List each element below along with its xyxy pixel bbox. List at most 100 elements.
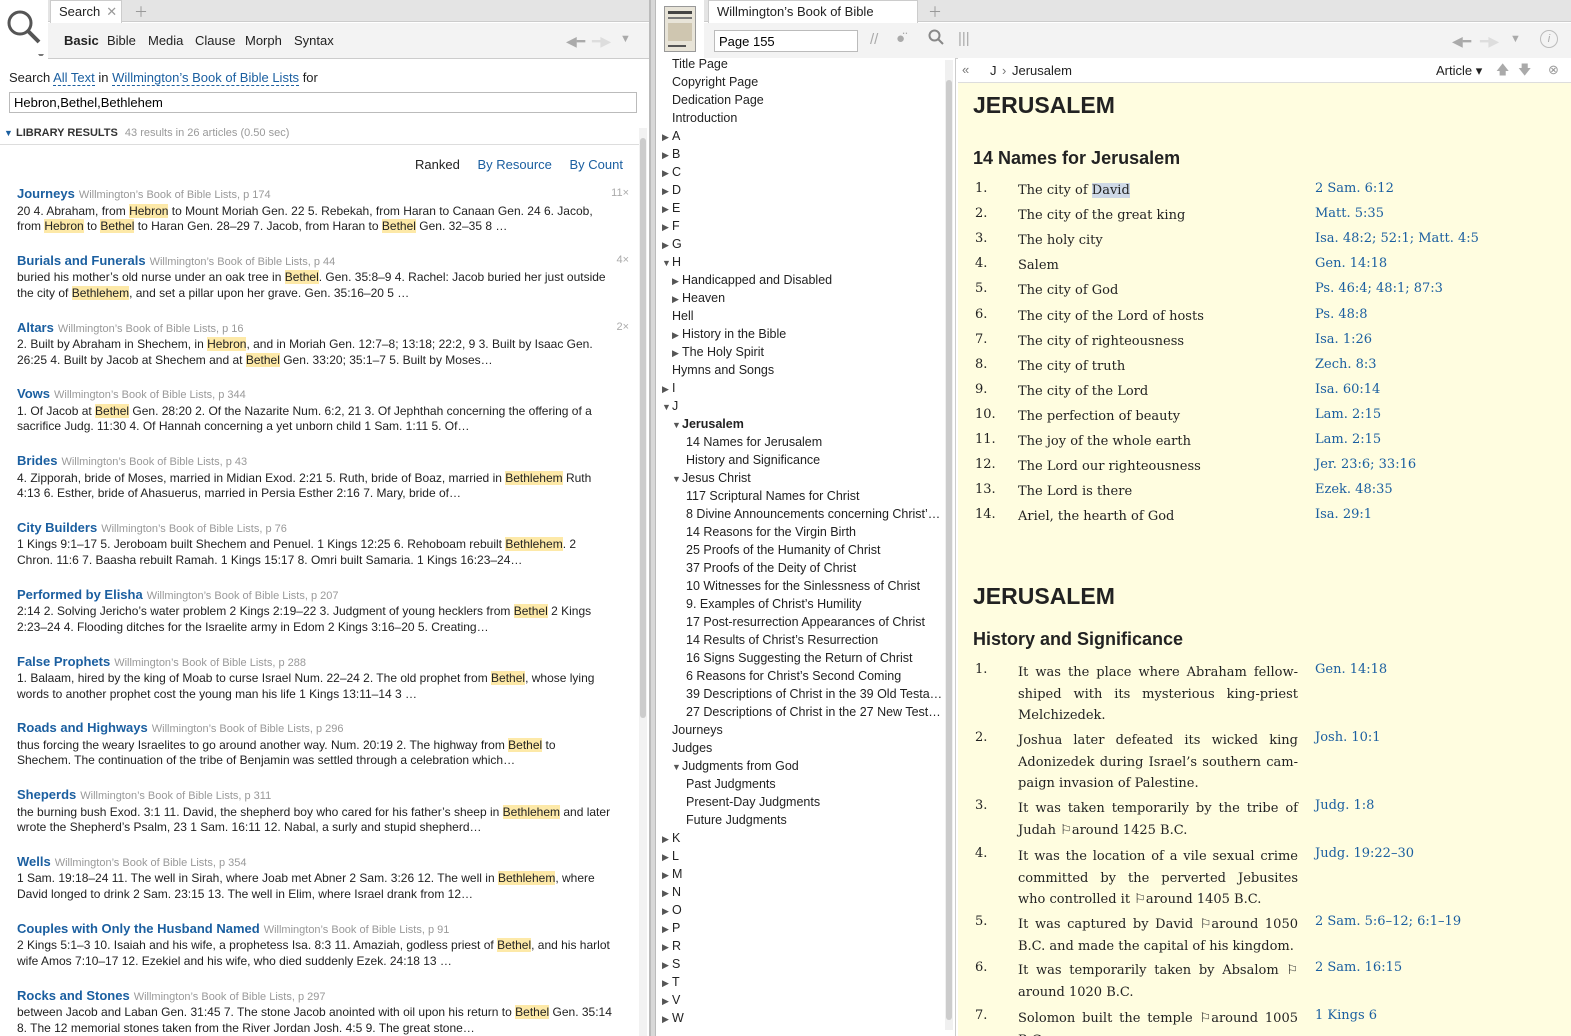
- toc-item[interactable]: 6 Reasons for Christ’s Second Coming: [686, 667, 901, 685]
- people-icon[interactable]: ●̈: [896, 30, 905, 47]
- forward-arrow-icon[interactable]: ━▶: [1480, 33, 1499, 50]
- expanded-triangle-icon[interactable]: ▼: [662, 398, 672, 416]
- scripture-link[interactable]: Isa. 60:14: [1315, 382, 1555, 397]
- toc-item[interactable]: ▶ L: [662, 847, 679, 866]
- result-title[interactable]: Performed by Elisha: [17, 587, 143, 602]
- toc-item[interactable]: ▶ K: [662, 829, 680, 848]
- toc-item[interactable]: Introduction: [662, 109, 737, 127]
- toc-item[interactable]: Judges: [672, 739, 712, 757]
- toc-item[interactable]: Present-Day Judgments: [686, 793, 820, 811]
- result-title[interactable]: Couples with Only the Husband Named: [17, 921, 260, 936]
- collapsed-triangle-icon[interactable]: ▶: [662, 164, 672, 182]
- toc-item[interactable]: 8 Divine Announcements concerning Christ…: [686, 505, 940, 523]
- toc-item[interactable]: ▶ History in the Bible: [672, 325, 786, 344]
- toc-scrollbar[interactable]: [945, 60, 953, 1030]
- toc-item[interactable]: 10 Witnesses for the Sinlessness of Chri…: [686, 577, 920, 595]
- toc-item[interactable]: ▼J: [662, 397, 678, 416]
- toc-item[interactable]: 14 Reasons for the Virgin Birth: [686, 523, 856, 541]
- toc-item[interactable]: 9. Examples of Christ’s Humility: [686, 595, 862, 613]
- result-item[interactable]: 2× Altars Willmington’s Book of Bible List…: [17, 320, 629, 387]
- page-field[interactable]: [714, 30, 858, 52]
- collapsed-triangle-icon[interactable]: ▶: [662, 974, 672, 992]
- scripture-link[interactable]: Jer. 23:6; 33:16: [1315, 457, 1555, 472]
- scrollbar-thumb[interactable]: [640, 138, 646, 718]
- toc-item[interactable]: 27 Descriptions of Christ in the 27 New …: [686, 703, 941, 721]
- result-title[interactable]: Rocks and Stones: [17, 988, 130, 1003]
- result-item[interactable]: Rocks and Stones Willmington’s Book of Bi…: [17, 988, 629, 1036]
- collapsed-triangle-icon[interactable]: ▶: [662, 866, 672, 884]
- toc-item[interactable]: ▼Judgments from God: [672, 757, 799, 776]
- toc-item[interactable]: ▶ M: [662, 865, 682, 884]
- toc-item[interactable]: 14 Results of Christ’s Resurrection: [686, 631, 878, 649]
- toc-item[interactable]: ▶ I: [662, 379, 675, 398]
- scripture-link[interactable]: Isa. 29:1: [1315, 507, 1555, 522]
- scripture-link[interactable]: 1 Kings 6: [1315, 1008, 1555, 1023]
- down-arrow-icon[interactable]: 🡇: [1518, 61, 1531, 83]
- toc-item[interactable]: Dedication Page: [662, 91, 764, 109]
- collapsed-triangle-icon[interactable]: ▶: [662, 128, 672, 146]
- scripture-link[interactable]: Lam. 2:15: [1315, 407, 1555, 422]
- scripture-link[interactable]: Matt. 5:35: [1315, 206, 1555, 221]
- result-title[interactable]: City Builders: [17, 520, 97, 535]
- scripture-link[interactable]: Ps. 46:4; 48:1; 87:3: [1315, 281, 1555, 296]
- toc-item[interactable]: ▶ D: [662, 181, 681, 200]
- info-icon[interactable]: i: [1540, 30, 1558, 48]
- sort-by-resource[interactable]: By Resource: [477, 157, 551, 172]
- scrollbar-thumb[interactable]: [946, 80, 952, 1020]
- toc-item[interactable]: ▶ O: [662, 901, 682, 920]
- expanded-triangle-icon[interactable]: ▼: [672, 470, 682, 488]
- toc-item[interactable]: Copyright Page: [662, 73, 758, 91]
- collapsed-triangle-icon[interactable]: ▶: [662, 992, 672, 1010]
- result-item[interactable]: Sheperds Willmington’s Book of Bible List…: [17, 787, 629, 854]
- toc-item[interactable]: ▶ F: [662, 217, 680, 236]
- scripture-link[interactable]: Judg. 1:8: [1315, 798, 1555, 813]
- scripture-link[interactable]: 2 Sam. 6:12: [1315, 181, 1555, 196]
- article-menu[interactable]: Article ▾: [1436, 63, 1482, 79]
- search-type-syntax[interactable]: Syntax: [294, 33, 334, 48]
- toc-item[interactable]: ▶ A: [662, 127, 680, 146]
- search-type-morph[interactable]: Morph: [245, 33, 282, 48]
- magnifier-icon[interactable]: [928, 29, 944, 48]
- collapsed-triangle-icon[interactable]: ▶: [662, 380, 672, 398]
- toc-item[interactable]: Journeys: [672, 721, 723, 739]
- result-title[interactable]: Altars: [17, 320, 54, 335]
- results-scrollbar[interactable]: [639, 128, 647, 1036]
- resource-dropdown[interactable]: Willmington’s Book of Bible Lists: [112, 70, 300, 86]
- toc-item[interactable]: 37 Proofs of the Deity of Christ: [686, 559, 856, 577]
- toc-item[interactable]: Hell: [672, 307, 694, 325]
- result-title[interactable]: Burials and Funerals: [17, 253, 146, 268]
- toc-item[interactable]: Hymns and Songs: [672, 361, 774, 379]
- parallel-icon[interactable]: //: [870, 31, 878, 48]
- toc-item[interactable]: Title Page: [662, 58, 728, 73]
- result-item[interactable]: Roads and Highways Willmington’s Book of …: [17, 720, 629, 787]
- columns-icon[interactable]: |||: [958, 30, 970, 47]
- result-title[interactable]: False Prophets: [17, 654, 110, 669]
- scripture-link[interactable]: Lam. 2:15: [1315, 432, 1555, 447]
- toc-item[interactable]: 14 Names for Jerusalem: [686, 433, 822, 451]
- toc-item[interactable]: ▶ Handicapped and Disabled: [672, 271, 832, 290]
- selected-word[interactable]: David: [1091, 183, 1130, 198]
- toc-item[interactable]: ▶ E: [662, 199, 680, 218]
- up-arrow-icon[interactable]: 🡅: [1496, 61, 1509, 83]
- collapsed-triangle-icon[interactable]: ▶: [662, 218, 672, 236]
- scripture-link[interactable]: Isa. 1:26: [1315, 332, 1555, 347]
- scope-dropdown[interactable]: All Text: [53, 70, 95, 86]
- scripture-link[interactable]: Josh. 10:1: [1315, 730, 1555, 745]
- collapsed-triangle-icon[interactable]: ▶: [662, 902, 672, 920]
- toc-item[interactable]: Future Judgments: [686, 811, 787, 829]
- search-input[interactable]: [9, 92, 637, 113]
- result-item[interactable]: 11× Journeys Willmington’s Book of Bible L…: [17, 186, 629, 253]
- menu-arrow-icon[interactable]: ▼: [1510, 33, 1521, 45]
- collapsed-triangle-icon[interactable]: ▶: [662, 956, 672, 974]
- collapsed-triangle-icon[interactable]: ▶: [662, 182, 672, 200]
- close-icon[interactable]: ⊗: [1548, 62, 1559, 78]
- scripture-link[interactable]: 2 Sam. 16:15: [1315, 960, 1555, 975]
- collapsed-triangle-icon[interactable]: ▶: [662, 938, 672, 956]
- result-item[interactable]: Brides Willmington’s Book of Bible Lists,…: [17, 453, 629, 520]
- toc-item[interactable]: ▶ B: [662, 145, 680, 164]
- sort-ranked[interactable]: Ranked: [415, 157, 460, 172]
- close-icon[interactable]: ✕: [106, 4, 117, 19]
- scripture-link[interactable]: Gen. 14:18: [1315, 256, 1555, 271]
- result-title[interactable]: Wells: [17, 854, 51, 869]
- toc-item[interactable]: 16 Signs Suggesting the Return of Christ: [686, 649, 913, 667]
